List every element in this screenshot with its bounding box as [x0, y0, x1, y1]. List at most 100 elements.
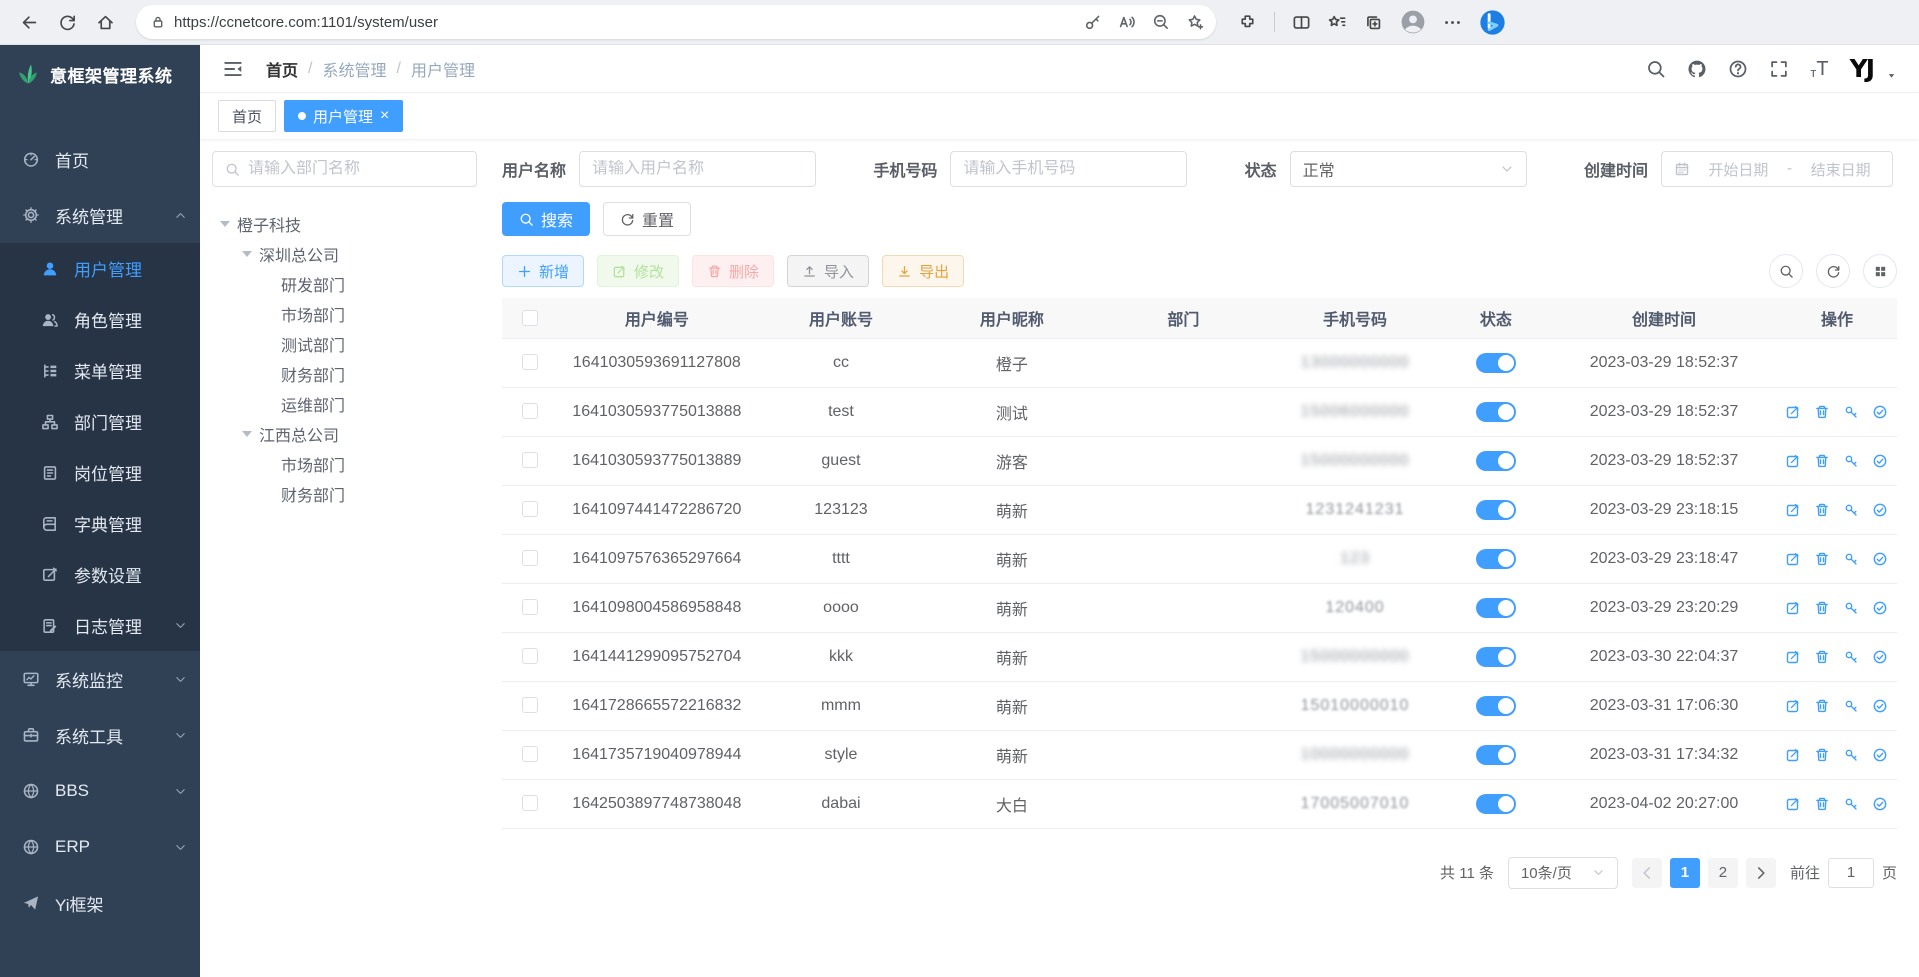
- status-toggle[interactable]: [1476, 451, 1516, 471]
- browser-home-icon[interactable]: [88, 5, 122, 39]
- row-edit-icon[interactable]: [1785, 453, 1801, 469]
- tree-expand-caret[interactable]: [220, 221, 230, 232]
- table-columns-icon[interactable]: [1863, 254, 1897, 288]
- row-checkbox[interactable]: [522, 452, 538, 468]
- add-button[interactable]: 新增: [502, 255, 584, 287]
- row-checkbox[interactable]: [522, 501, 538, 517]
- sidebar-item-菜单管理[interactable]: 菜单管理: [0, 345, 200, 396]
- tree-node-市场部门[interactable]: 市场部门: [212, 449, 477, 479]
- sidebar-item-岗位管理[interactable]: 岗位管理: [0, 447, 200, 498]
- table-refresh-icon[interactable]: [1816, 254, 1850, 288]
- breadcrumb-item[interactable]: 系统管理: [322, 57, 386, 81]
- sidebar-item-系统管理[interactable]: 系统管理: [0, 187, 200, 243]
- sidebar-item-角色管理[interactable]: 角色管理: [0, 294, 200, 345]
- row-assign-role-icon[interactable]: [1872, 551, 1888, 567]
- collections-icon[interactable]: [1364, 13, 1383, 32]
- row-reset-password-icon[interactable]: [1843, 600, 1859, 616]
- address-bar[interactable]: https://ccnetcore.com:1101/system/user: [136, 5, 1216, 39]
- row-delete-icon[interactable]: [1814, 796, 1830, 812]
- reset-button[interactable]: 重置: [603, 202, 691, 236]
- row-assign-role-icon[interactable]: [1872, 796, 1888, 812]
- sidebar-item-系统监控[interactable]: 系统监控: [0, 651, 200, 707]
- row-assign-role-icon[interactable]: [1872, 600, 1888, 616]
- favorites-icon[interactable]: [1328, 13, 1347, 32]
- row-delete-icon[interactable]: [1814, 404, 1830, 420]
- row-edit-icon[interactable]: [1785, 747, 1801, 763]
- tree-node-测试部门[interactable]: 测试部门: [212, 329, 477, 359]
- tab-用户管理[interactable]: 用户管理×: [284, 100, 403, 132]
- breadcrumb-item[interactable]: 首页: [266, 57, 298, 81]
- tree-node-江西总公司[interactable]: 江西总公司: [212, 419, 477, 449]
- row-delete-icon[interactable]: [1814, 551, 1830, 567]
- row-checkbox[interactable]: [522, 599, 538, 615]
- avatar-caret-icon[interactable]: [1886, 70, 1897, 81]
- row-edit-icon[interactable]: [1785, 698, 1801, 714]
- browser-back-icon[interactable]: [12, 5, 46, 39]
- row-assign-role-icon[interactable]: [1872, 747, 1888, 763]
- status-toggle[interactable]: [1476, 598, 1516, 618]
- sidebar-item-首页[interactable]: 首页: [0, 131, 200, 187]
- row-reset-password-icon[interactable]: [1843, 453, 1859, 469]
- row-reset-password-icon[interactable]: [1843, 404, 1859, 420]
- row-delete-icon[interactable]: [1814, 502, 1830, 518]
- row-checkbox[interactable]: [522, 403, 538, 419]
- row-reset-password-icon[interactable]: [1843, 551, 1859, 567]
- browser-refresh-icon[interactable]: [50, 5, 84, 39]
- lock-icon[interactable]: [150, 14, 166, 30]
- user-avatar-logo[interactable]: YJ: [1850, 54, 1873, 83]
- row-edit-icon[interactable]: [1785, 649, 1801, 665]
- row-edit-icon[interactable]: [1785, 502, 1801, 518]
- phone-field[interactable]: [963, 160, 1174, 178]
- row-checkbox[interactable]: [522, 648, 538, 664]
- sidebar-item-字典管理[interactable]: 字典管理: [0, 498, 200, 549]
- row-checkbox[interactable]: [522, 795, 538, 811]
- tree-node-橙子科技[interactable]: 橙子科技: [212, 209, 477, 239]
- fold-sidebar-icon[interactable]: [222, 58, 244, 80]
- row-reset-password-icon[interactable]: [1843, 796, 1859, 812]
- sidebar-item-参数设置[interactable]: 参数设置: [0, 549, 200, 600]
- tree-node-运维部门[interactable]: 运维部门: [212, 389, 477, 419]
- row-delete-icon[interactable]: [1814, 747, 1830, 763]
- row-checkbox[interactable]: [522, 746, 538, 762]
- status-toggle[interactable]: [1476, 402, 1516, 422]
- page-button-1[interactable]: 1: [1670, 858, 1700, 888]
- close-icon[interactable]: ×: [380, 108, 389, 124]
- tree-expand-caret[interactable]: [242, 431, 252, 442]
- browser-menu-icon[interactable]: [1443, 13, 1462, 32]
- tree-node-财务部门[interactable]: 财务部门: [212, 359, 477, 389]
- extensions-icon[interactable]: [1238, 13, 1257, 32]
- tree-node-财务部门[interactable]: 财务部门: [212, 479, 477, 509]
- split-screen-icon[interactable]: [1292, 13, 1311, 32]
- dept-search-input[interactable]: [212, 151, 477, 187]
- date-end-placeholder[interactable]: 结束日期: [1801, 159, 1880, 180]
- select-all-checkbox[interactable]: [522, 310, 538, 326]
- sidebar-item-ERP[interactable]: ERP: [0, 819, 200, 875]
- row-delete-icon[interactable]: [1814, 600, 1830, 616]
- row-checkbox[interactable]: [522, 697, 538, 713]
- row-reset-password-icon[interactable]: [1843, 698, 1859, 714]
- add-favorite-icon[interactable]: [1186, 13, 1204, 31]
- delete-button[interactable]: 删除: [692, 255, 774, 287]
- row-assign-role-icon[interactable]: [1872, 698, 1888, 714]
- row-assign-role-icon[interactable]: [1872, 649, 1888, 665]
- username-input[interactable]: [579, 151, 816, 187]
- browser-profile-avatar[interactable]: [1400, 9, 1426, 35]
- tree-node-市场部门[interactable]: 市场部门: [212, 299, 477, 329]
- status-select[interactable]: 正常: [1290, 151, 1527, 187]
- copilot-bing-icon[interactable]: [1479, 9, 1506, 36]
- next-page-button[interactable]: [1746, 858, 1776, 888]
- username-field[interactable]: [592, 160, 803, 178]
- help-icon[interactable]: [1728, 59, 1748, 79]
- page-button-2[interactable]: 2: [1708, 858, 1738, 888]
- export-button[interactable]: 导出: [882, 255, 964, 287]
- row-reset-password-icon[interactable]: [1843, 649, 1859, 665]
- row-edit-icon[interactable]: [1785, 551, 1801, 567]
- row-assign-role-icon[interactable]: [1872, 404, 1888, 420]
- table-search-icon[interactable]: [1769, 254, 1803, 288]
- edit-button[interactable]: 修改: [597, 255, 679, 287]
- status-toggle[interactable]: [1476, 794, 1516, 814]
- date-range-picker[interactable]: 开始日期 - 结束日期: [1661, 151, 1893, 187]
- row-edit-icon[interactable]: [1785, 404, 1801, 420]
- url-text[interactable]: https://ccnetcore.com:1101/system/user: [174, 14, 1076, 31]
- tree-node-研发部门[interactable]: 研发部门: [212, 269, 477, 299]
